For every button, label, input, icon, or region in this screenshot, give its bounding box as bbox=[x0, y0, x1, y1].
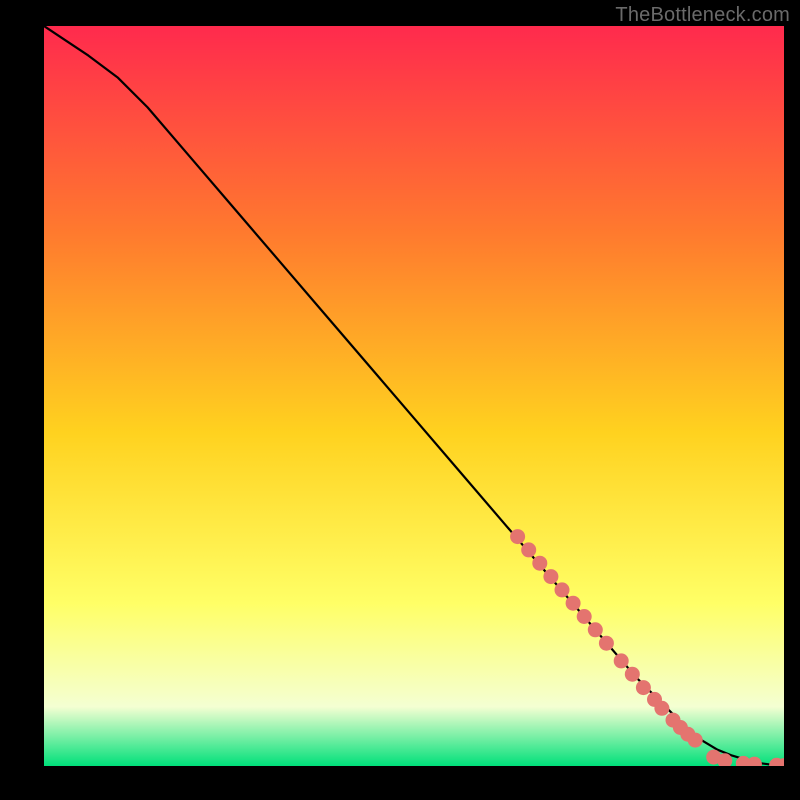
data-dot bbox=[555, 582, 570, 597]
chart-svg bbox=[44, 26, 784, 766]
data-dot bbox=[532, 556, 547, 571]
data-dot bbox=[688, 733, 703, 748]
data-dot bbox=[599, 636, 614, 651]
data-dot bbox=[625, 667, 640, 682]
data-dot bbox=[614, 653, 629, 668]
gradient-background bbox=[44, 26, 784, 766]
data-dot bbox=[543, 569, 558, 584]
data-dot bbox=[636, 680, 651, 695]
data-dot bbox=[654, 701, 669, 716]
watermark-text: TheBottleneck.com bbox=[615, 4, 790, 27]
data-dot bbox=[588, 622, 603, 637]
data-dot bbox=[521, 542, 536, 557]
data-dot bbox=[566, 596, 581, 611]
plot-area bbox=[44, 26, 784, 766]
chart-frame: TheBottleneck.com bbox=[0, 0, 800, 800]
data-dot bbox=[577, 609, 592, 624]
data-dot bbox=[510, 529, 525, 544]
